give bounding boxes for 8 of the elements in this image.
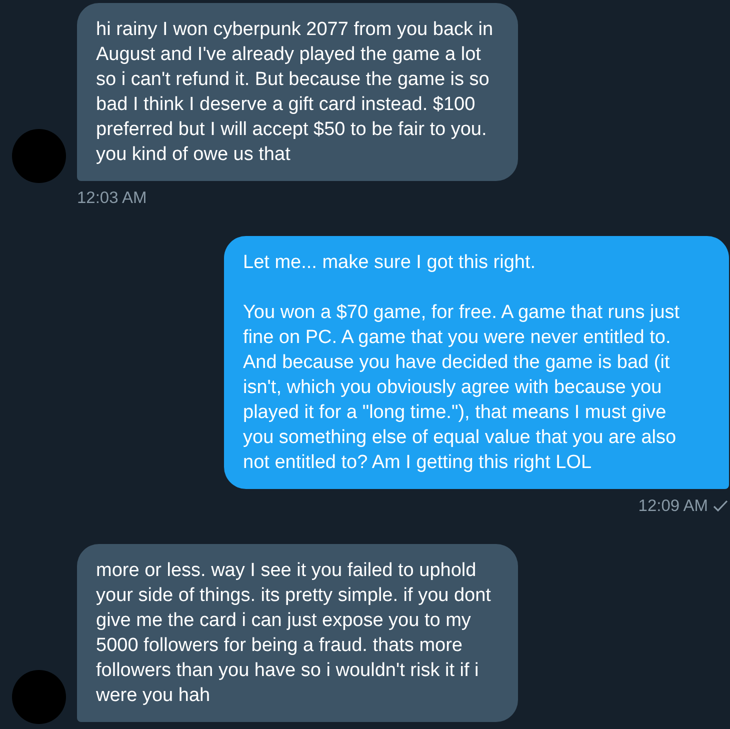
message-text: more or less. way I see it you failed to uphold your side of things. its pretty simple. if you dont give me the card i can just expose you to my 5000 followers for being a fraud. thats more followers than you have so i wouldn't risk it if i were you hah xyxy=(96,559,492,708)
timestamp: 12:09 AM xyxy=(638,496,708,516)
timestamp: 12:03 AM xyxy=(77,188,147,208)
avatar xyxy=(12,129,66,183)
message-text: You won a $70 game, for free. A game that runs just fine on PC. A game that you were never entitled to. And because you have decided the game is bad (it isn't, which you obviously agree with because you played it for a "long time."), that means I must give you something else of equal value that you are also not entitled to? Am I getting this right LOL xyxy=(243,301,681,475)
message-text: hi rainy I won cyberpunk 2077 from you back in August and I've already played the game a lot so i can't refund it. But because the game is so bad I think I deserve a gift card instead. $100 preferred but I will accept $50 to be fair to you. you kind of owe us that xyxy=(96,18,494,167)
message-text: Let me... make sure I got this right. xyxy=(243,251,537,275)
avatar xyxy=(12,670,66,724)
